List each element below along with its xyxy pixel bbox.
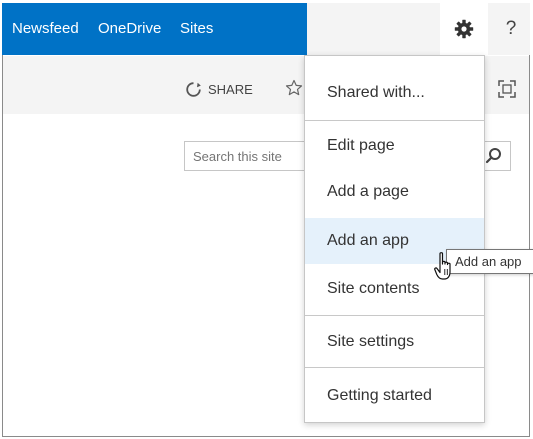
help-button[interactable]: ?	[495, 3, 527, 55]
focus-on-content-icon[interactable]	[497, 79, 517, 99]
star-icon[interactable]	[285, 79, 303, 97]
share-label: SHARE	[208, 81, 253, 97]
share-button[interactable]: SHARE	[185, 77, 253, 101]
settings-menu: Shared with... Edit page Add a page Add …	[304, 55, 485, 423]
suite-nav: Newsfeed OneDrive Sites	[2, 3, 307, 55]
menu-divider	[305, 367, 484, 368]
settings-button[interactable]	[440, 3, 488, 55]
gear-icon	[454, 19, 474, 39]
tooltip: Add an app	[446, 249, 533, 274]
menu-item-edit-page[interactable]: Edit page	[305, 123, 484, 169]
suite-link-newsfeed[interactable]: Newsfeed	[12, 19, 79, 39]
suite-link-onedrive[interactable]: OneDrive	[98, 19, 161, 39]
menu-divider	[305, 120, 484, 121]
hand-cursor-icon	[434, 252, 451, 280]
menu-item-add-a-page[interactable]: Add a page	[305, 169, 484, 215]
menu-item-site-settings[interactable]: Site settings	[305, 319, 484, 365]
menu-item-shared-with[interactable]: Shared with...	[305, 70, 484, 116]
search-input[interactable]	[193, 146, 303, 166]
search-icon[interactable]	[483, 145, 505, 167]
suite-link-sites[interactable]: Sites	[180, 19, 213, 39]
menu-divider	[305, 315, 484, 316]
suite-bar: Newsfeed OneDrive Sites ?	[2, 3, 530, 55]
menu-item-getting-started[interactable]: Getting started	[305, 373, 484, 419]
help-icon: ?	[505, 18, 517, 39]
share-icon	[186, 81, 201, 97]
